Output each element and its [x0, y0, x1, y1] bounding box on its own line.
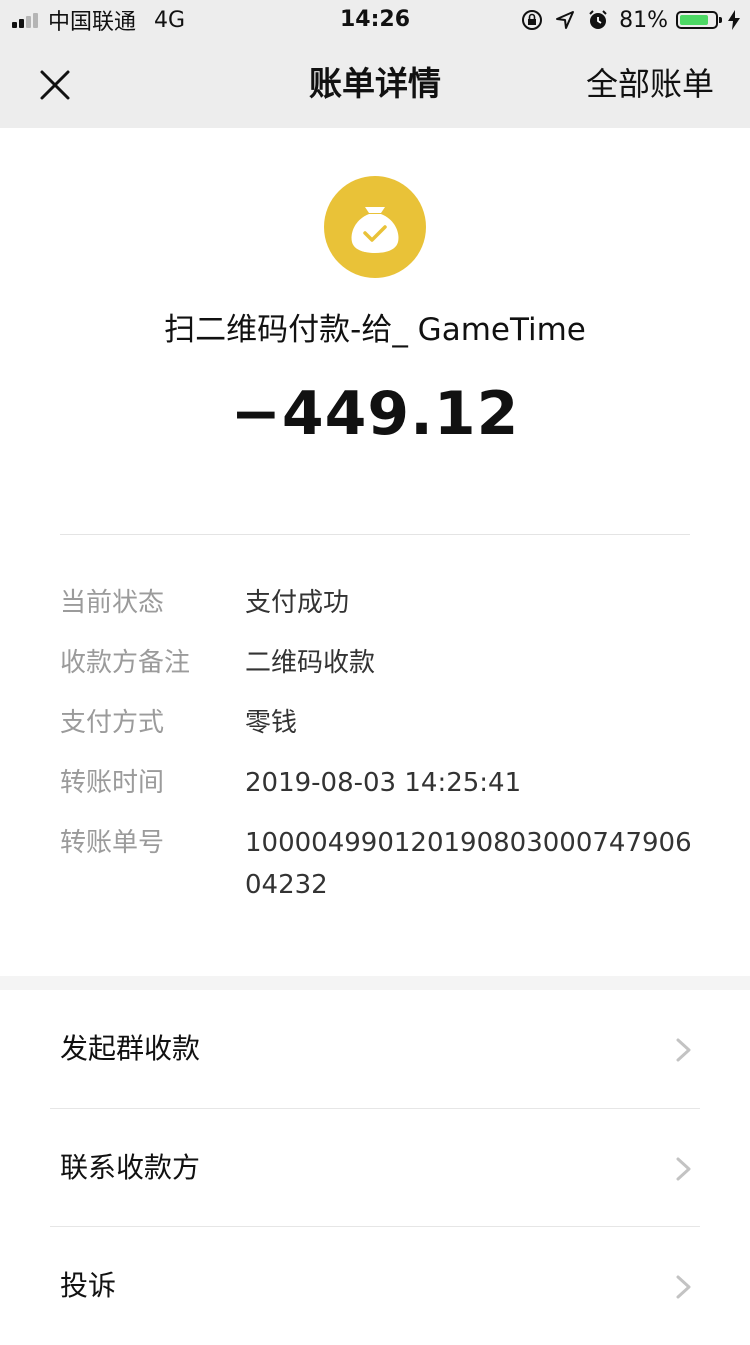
detail-value: 2019-08-03 14:25:41: [245, 768, 522, 798]
battery-fill: [680, 15, 708, 25]
payment-title: 扫二维码付款-给_ GameTime: [164, 312, 586, 348]
nav-bar: 账单详情 全部账单: [0, 40, 750, 128]
all-bills-button[interactable]: 全部账单: [586, 62, 714, 106]
detail-value: 零钱: [245, 708, 298, 738]
detail-label: 收款方备注: [60, 648, 191, 678]
detail-label: 转账时间: [60, 768, 165, 798]
divider: [60, 534, 690, 535]
contact-payee-button[interactable]: 联系收款方: [0, 1109, 750, 1227]
chevron-right-icon: [676, 1157, 691, 1181]
action-label: 联系收款方: [60, 1151, 201, 1184]
detail-label: 支付方式: [60, 708, 165, 738]
chevron-right-icon: [676, 1275, 691, 1299]
status-right: 81%: [509, 6, 740, 34]
location-icon: [555, 10, 575, 30]
charging-icon: [728, 10, 740, 30]
detail-label: 当前状态: [60, 588, 165, 618]
status-bar: 中国联通 4G 14:26 81%: [0, 0, 750, 40]
orientation-lock-icon: [521, 9, 543, 31]
alarm-icon: [587, 9, 609, 31]
action-label: 投诉: [60, 1269, 117, 1302]
money-bag-check-icon: [324, 176, 426, 278]
detail-value: 100004990120190803000747906​04232: [245, 828, 692, 900]
payment-amount: −449.12: [230, 379, 520, 449]
section-gap: [0, 976, 750, 990]
battery-percent: 81%: [619, 7, 668, 33]
detail-value: 二维码收款: [245, 648, 376, 678]
battery-icon: [676, 11, 722, 29]
detail-value: 支付成功: [245, 588, 350, 618]
complaint-button[interactable]: 投诉: [0, 1227, 750, 1345]
chevron-right-icon: [676, 1038, 691, 1062]
detail-label: 转账单号: [60, 828, 165, 858]
group-collect-button[interactable]: 发起群收款: [0, 990, 750, 1108]
action-label: 发起群收款: [60, 1032, 201, 1065]
